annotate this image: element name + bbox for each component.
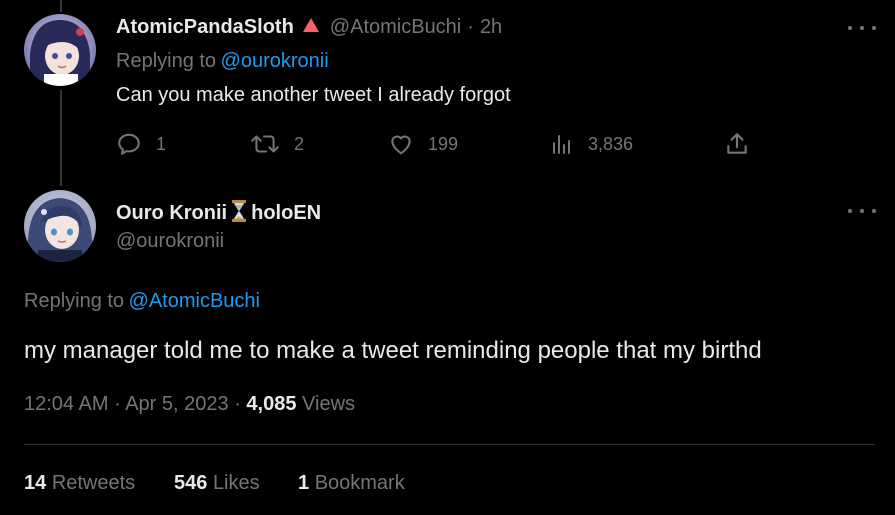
replying-prefix: Replying to	[24, 290, 125, 312]
views-label: Views	[302, 393, 356, 415]
thread-line-top	[60, 0, 62, 12]
separator: ·	[467, 16, 474, 38]
reply-action[interactable]: 1	[116, 128, 166, 160]
views-icon	[550, 132, 574, 156]
avatar-atomicpandasloth[interactable]	[24, 14, 96, 86]
main-tweet-header: Ouro Kronii holoEN	[116, 200, 321, 227]
retweet-count: 2	[294, 133, 305, 154]
replying-to-line: Replying to @ourokronii	[116, 50, 329, 73]
like-icon	[388, 131, 414, 157]
tweet-time[interactable]: 12:04 AM	[24, 393, 109, 415]
display-name[interactable]: AtomicPandaSloth	[116, 16, 294, 39]
reply-count: 1	[156, 133, 167, 154]
retweets-stat[interactable]: 14 Retweets	[24, 472, 135, 495]
views-count: 4,085	[246, 393, 297, 415]
retweets-label: Retweets	[51, 472, 136, 494]
tweet-meta: 12:04 AM · Apr 5, 2023 · 4,085 Views	[24, 393, 355, 416]
tweet-date[interactable]: Apr 5, 2023	[125, 393, 228, 415]
main-tweet-text: my manager told me to make a tweet remin…	[24, 337, 762, 364]
like-count: 199	[428, 133, 459, 154]
display-name[interactable]: Ouro Kronii	[116, 202, 227, 225]
avatar-image	[24, 14, 96, 86]
handle[interactable]: @AtomicBuchi	[330, 16, 461, 39]
likes-count: 546	[174, 472, 208, 494]
like-action[interactable]: 199	[388, 128, 458, 160]
retweet-icon	[250, 131, 280, 157]
name-suffix[interactable]: holoEN	[251, 202, 321, 225]
avatar-image	[24, 190, 96, 262]
avatar-ourokronii[interactable]	[24, 190, 96, 262]
meta-sep: ·	[234, 393, 241, 415]
more-icon[interactable]	[848, 18, 876, 38]
retweet-action[interactable]: 2	[250, 128, 304, 160]
red-triangle-icon	[302, 17, 320, 38]
reply-tweet-text: Can you make another tweet I already for…	[116, 84, 511, 106]
bookmarks-label: Bookmark	[314, 472, 405, 494]
views-count: 3,836	[588, 133, 634, 154]
mention-link[interactable]: @ourokronii	[221, 50, 329, 72]
reply-icon	[116, 131, 142, 157]
likes-label: Likes	[212, 472, 260, 494]
share-action[interactable]	[724, 128, 750, 160]
mention-link[interactable]: @AtomicBuchi	[129, 290, 260, 312]
divider	[24, 444, 875, 445]
bookmarks-stat[interactable]: 1 Bookmark	[298, 472, 405, 495]
share-icon	[724, 131, 750, 157]
likes-stat[interactable]: 546 Likes	[174, 472, 260, 495]
meta-sep: ·	[114, 393, 121, 415]
replying-to-line: Replying to @AtomicBuchi	[24, 290, 260, 313]
retweets-count: 14	[24, 472, 47, 494]
bookmarks-count: 1	[298, 472, 310, 494]
reply-tweet-header: AtomicPandaSloth @AtomicBuchi · 2h	[116, 16, 502, 39]
replying-prefix: Replying to	[116, 50, 217, 72]
hourglass-icon	[231, 200, 247, 227]
thread-line	[60, 90, 62, 186]
more-icon[interactable]	[848, 201, 876, 221]
views-action[interactable]: 3,836	[550, 128, 633, 160]
handle[interactable]: @ourokronii	[116, 230, 224, 253]
timestamp[interactable]: 2h	[480, 16, 502, 39]
